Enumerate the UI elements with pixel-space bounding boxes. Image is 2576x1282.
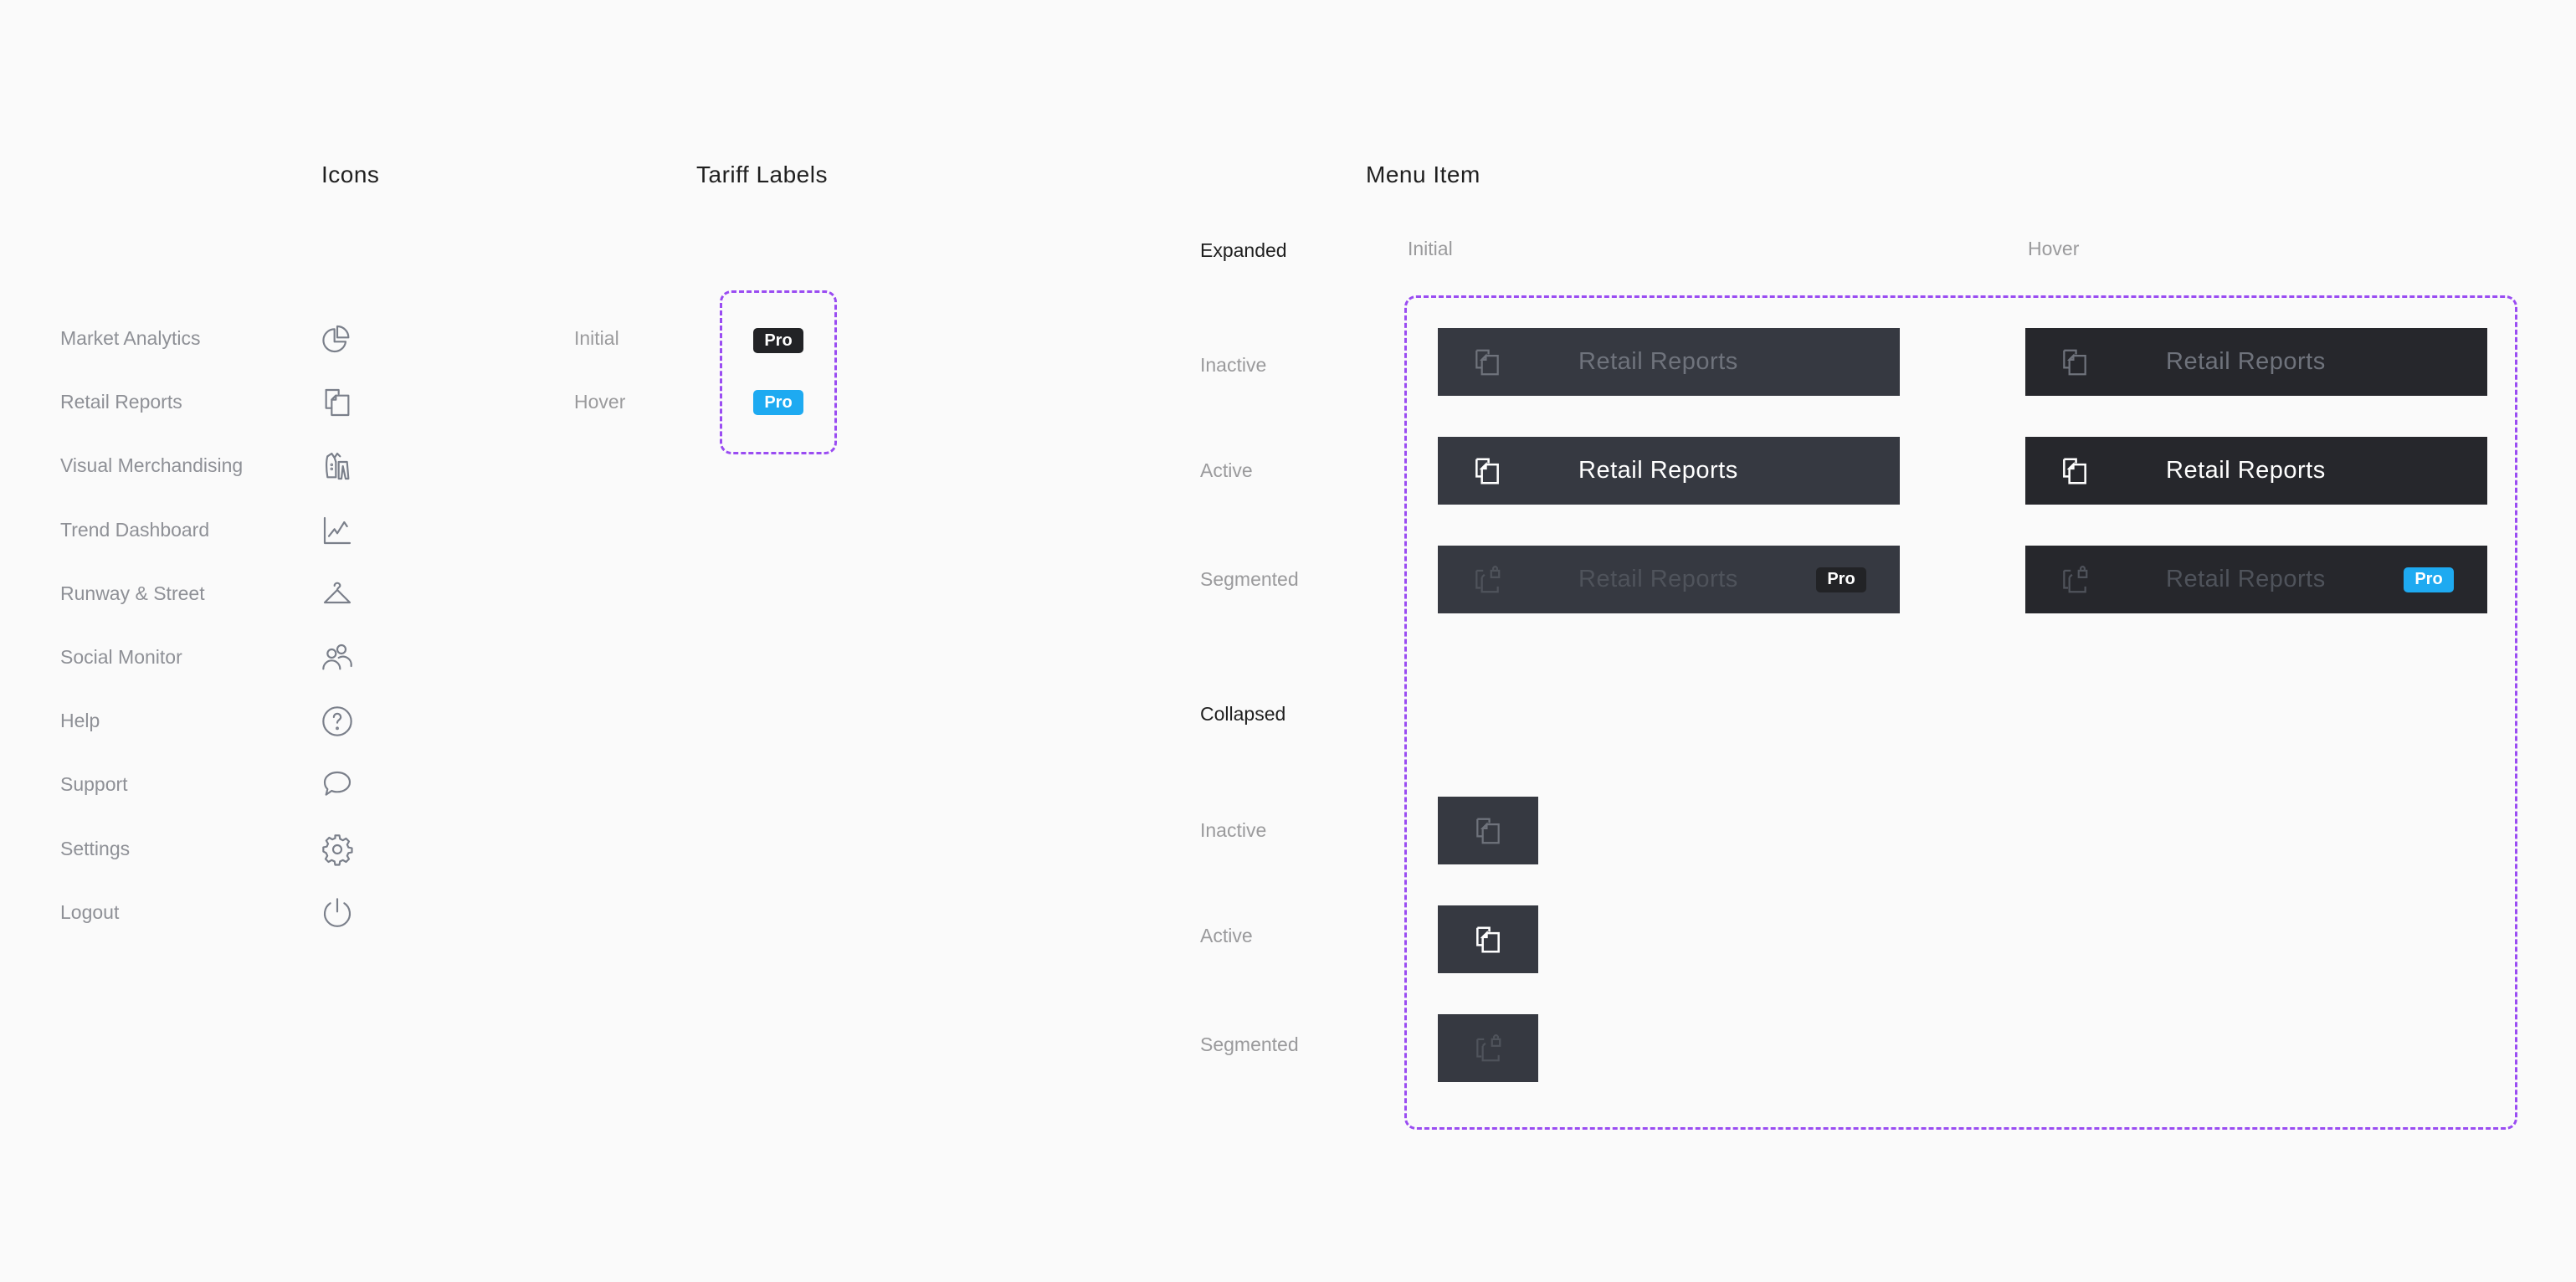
menu-item-label: Retail Reports <box>1578 348 1738 375</box>
icon-list-label: Support <box>60 773 128 796</box>
documents-icon <box>1472 815 1504 847</box>
menu-item-label: Retail Reports <box>2166 348 2326 375</box>
row-inactive-label: Inactive <box>1200 354 1267 376</box>
gear-icon <box>321 833 354 866</box>
menu-item-segmented-initial[interactable]: Retail Reports Pro <box>1438 546 1900 613</box>
menu-item-inactive-initial[interactable]: Retail Reports <box>1438 328 1900 396</box>
chat-bubble-icon <box>321 768 354 802</box>
icon-list-label: Social Monitor <box>60 646 182 668</box>
icon-list-label: Market Analytics <box>60 327 201 349</box>
pie-chart-icon <box>321 322 354 356</box>
row-active-label: Active <box>1200 459 1253 481</box>
menu-item-inactive-hover[interactable]: Retail Reports <box>2025 328 2487 396</box>
icon-list-label: Settings <box>60 837 131 859</box>
documents-icon <box>2059 346 2091 378</box>
icon-list-label: Runway & Street <box>60 582 205 604</box>
pro-badge: Pro <box>2404 567 2454 592</box>
menu-item-label: Retail Reports <box>1578 457 1738 484</box>
pro-badge-hover[interactable]: Pro <box>753 390 803 415</box>
tariff-state-hover-label: Hover <box>574 391 626 413</box>
menu-item-active-hover[interactable]: Retail Reports <box>2025 437 2487 505</box>
icon-list-label: Trend Dashboard <box>60 518 210 541</box>
documents-icon <box>321 386 354 419</box>
menu-item-frame <box>1404 295 2517 1130</box>
column-hover-label: Hover <box>2028 238 2080 259</box>
documents-icon <box>1472 924 1504 956</box>
icon-list-label: Visual Merchandising <box>60 454 244 477</box>
icon-list-label: Retail Reports <box>60 391 182 413</box>
collapsed-row-segmented-label: Segmented <box>1200 1033 1299 1055</box>
menu-item-section-title: Menu Item <box>1366 162 1480 187</box>
row-segmented-label: Segmented <box>1200 568 1299 590</box>
users-icon <box>321 641 354 674</box>
icon-list-label: Help <box>60 710 100 732</box>
tariff-state-initial-label: Initial <box>574 327 619 349</box>
icons-section-title: Icons <box>321 162 380 187</box>
locked-documents-icon <box>2059 564 2091 596</box>
power-icon <box>321 896 354 930</box>
line-chart-icon <box>321 514 354 547</box>
collapsed-menu-item-inactive[interactable] <box>1438 797 1538 864</box>
collapsed-group-label: Collapsed <box>1200 703 1286 725</box>
locked-documents-icon <box>1471 564 1503 596</box>
tariff-section-title: Tariff Labels <box>696 162 828 187</box>
collapsed-menu-item-segmented[interactable] <box>1438 1014 1538 1082</box>
collapsed-menu-item-active[interactable] <box>1438 905 1538 973</box>
pro-badge: Pro <box>1816 567 1866 592</box>
collapsed-row-active-label: Active <box>1200 925 1253 946</box>
menu-item-label: Retail Reports <box>1578 566 1738 592</box>
column-initial-label: Initial <box>1408 238 1453 259</box>
help-circle-icon <box>321 705 354 738</box>
menu-item-label: Retail Reports <box>2166 457 2326 484</box>
expanded-group-label: Expanded <box>1200 239 1287 261</box>
locked-documents-icon <box>1472 1033 1504 1064</box>
documents-icon <box>1471 346 1503 378</box>
hanger-icon <box>321 577 354 611</box>
menu-item-segmented-hover[interactable]: Retail Reports Pro <box>2025 546 2487 613</box>
icon-list-label: Logout <box>60 900 120 923</box>
suit-icon <box>321 449 354 483</box>
documents-icon <box>1471 455 1503 487</box>
menu-item-active-initial[interactable]: Retail Reports <box>1438 437 1900 505</box>
documents-icon <box>2059 455 2091 487</box>
tariff-labels-frame <box>720 290 837 454</box>
pro-badge-initial[interactable]: Pro <box>753 328 803 353</box>
menu-item-label: Retail Reports <box>2166 566 2326 592</box>
collapsed-row-inactive-label: Inactive <box>1200 819 1267 841</box>
